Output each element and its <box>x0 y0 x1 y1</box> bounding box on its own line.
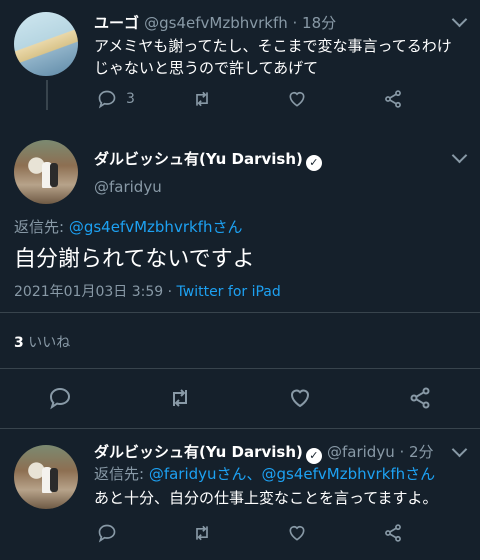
separator: · <box>163 284 177 300</box>
retweet-icon[interactable] <box>190 88 214 110</box>
chevron-down-icon[interactable] <box>451 11 468 28</box>
chevron-down-icon[interactable] <box>451 441 468 458</box>
tweet-text: 自分謝られてないですよ <box>14 247 255 272</box>
user-name[interactable]: ダルビッシュ有(Yu Darvish) <box>94 443 303 461</box>
reply-context: 返信先: @faridyuさん、@gs4efvMzbhvrkfhさん <box>94 463 435 484</box>
likes-count: 3 <box>14 335 24 351</box>
reply-count: 3 <box>126 91 135 107</box>
like-icon[interactable] <box>286 88 308 110</box>
verified-badge-icon: ✓ <box>305 155 322 171</box>
reply-mention-link[interactable]: @gs4efvMzbhvrkfhさん <box>69 218 243 236</box>
reply-prefix: 返信先: <box>94 465 149 483</box>
thread-line <box>46 80 48 110</box>
reply-icon[interactable] <box>96 522 118 544</box>
divider <box>0 312 480 313</box>
avatar[interactable] <box>14 140 78 204</box>
share-icon[interactable] <box>382 88 404 110</box>
tweet-header: ダルビッシュ有(Yu Darvish) ✓ @faridyu · 2分 <box>94 441 434 464</box>
share-icon[interactable] <box>382 522 404 544</box>
reply-mention-link[interactable]: @faridyuさん、@gs4efvMzbhvrkfhさん <box>149 465 435 483</box>
likes-stat[interactable]: 3 いいね <box>14 332 70 352</box>
reply-context: 返信先: @gs4efvMzbhvrkfhさん <box>14 216 242 237</box>
tweet-header: ダルビッシュ有(Yu Darvish) ✓ <box>94 148 322 171</box>
chevron-down-icon[interactable] <box>451 147 468 164</box>
user-handle[interactable]: @faridyu · 2分 <box>327 443 434 461</box>
user-handle[interactable]: @faridyu <box>94 178 162 196</box>
avatar[interactable] <box>14 12 78 76</box>
avatar[interactable] <box>14 445 78 509</box>
tweet-text-line: じゃないと思うので許してあげて <box>94 59 319 77</box>
like-icon[interactable] <box>286 522 308 544</box>
tweet-text: アメミヤも謝ってたし、そこまで変な事言ってるわけ じゃないと思うので許してあげて <box>94 35 472 79</box>
reply-prefix: 返信先: <box>14 218 69 236</box>
timestamp: 2021年01月03日 3:59 <box>14 284 164 300</box>
tweet-text: あと十分、自分の仕事上変なことを言ってますよ。 <box>94 489 438 507</box>
likes-label: いいね <box>28 335 71 351</box>
reply-icon[interactable] <box>96 88 118 110</box>
share-icon[interactable] <box>406 384 434 412</box>
verified-badge-icon: ✓ <box>305 448 322 464</box>
user-handle[interactable]: @gs4efvMzbhvrkfh · 18分 <box>144 14 336 32</box>
retweet-icon[interactable] <box>166 384 194 412</box>
retweet-icon[interactable] <box>190 522 214 544</box>
source-link[interactable]: Twitter for iPad <box>177 284 281 300</box>
reply-icon[interactable] <box>46 384 74 412</box>
user-name[interactable]: ダルビッシュ有(Yu Darvish) <box>94 150 303 168</box>
divider <box>0 428 480 429</box>
tweet-meta: 2021年01月03日 3:59 · Twitter for iPad <box>14 281 281 301</box>
tweet-header: ユーゴ @gs4efvMzbhvrkfh · 18分 <box>94 12 336 33</box>
like-icon[interactable] <box>286 384 314 412</box>
user-name[interactable]: ユーゴ <box>94 14 139 32</box>
tweet-text-line: アメミヤも謝ってたし、そこまで変な事言ってるわけ <box>94 37 452 55</box>
divider <box>0 368 480 369</box>
